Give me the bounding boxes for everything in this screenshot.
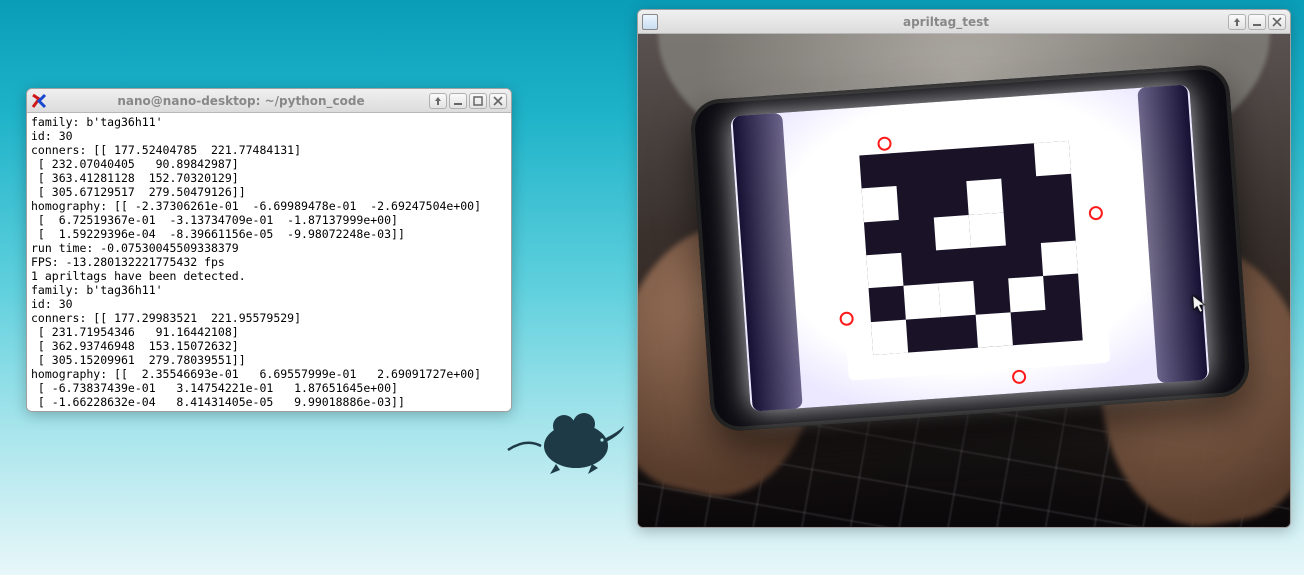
maximize-button[interactable] xyxy=(469,93,487,109)
desktop-mascot-icon xyxy=(506,398,626,478)
apriltag-marker xyxy=(832,115,1111,381)
camera-title: apriltag_test xyxy=(664,15,1228,29)
camera-window[interactable]: apriltag_test xyxy=(637,9,1291,528)
cursor-icon xyxy=(1192,294,1207,315)
terminal-output[interactable]: family: b'tag36h11' id: 30 conners: [[ 1… xyxy=(27,113,511,411)
terminal-app-icon xyxy=(31,93,47,109)
camera-window-controls xyxy=(1228,14,1286,30)
terminal-window-controls xyxy=(429,93,507,109)
camera-titlebar[interactable]: apriltag_test xyxy=(638,10,1290,34)
phone-device xyxy=(689,64,1251,433)
stick-button[interactable] xyxy=(1228,14,1246,30)
terminal-title: nano@nano-desktop: ~/python_code xyxy=(53,94,429,108)
minimize-button[interactable] xyxy=(449,93,467,109)
terminal-window[interactable]: nano@nano-desktop: ~/python_code family:… xyxy=(26,88,512,412)
camera-app-icon xyxy=(642,14,658,30)
close-button[interactable] xyxy=(489,93,507,109)
terminal-titlebar[interactable]: nano@nano-desktop: ~/python_code xyxy=(27,89,511,113)
stick-button[interactable] xyxy=(429,93,447,109)
close-button[interactable] xyxy=(1268,14,1286,30)
camera-feed xyxy=(638,34,1290,527)
minimize-button[interactable] xyxy=(1248,14,1266,30)
